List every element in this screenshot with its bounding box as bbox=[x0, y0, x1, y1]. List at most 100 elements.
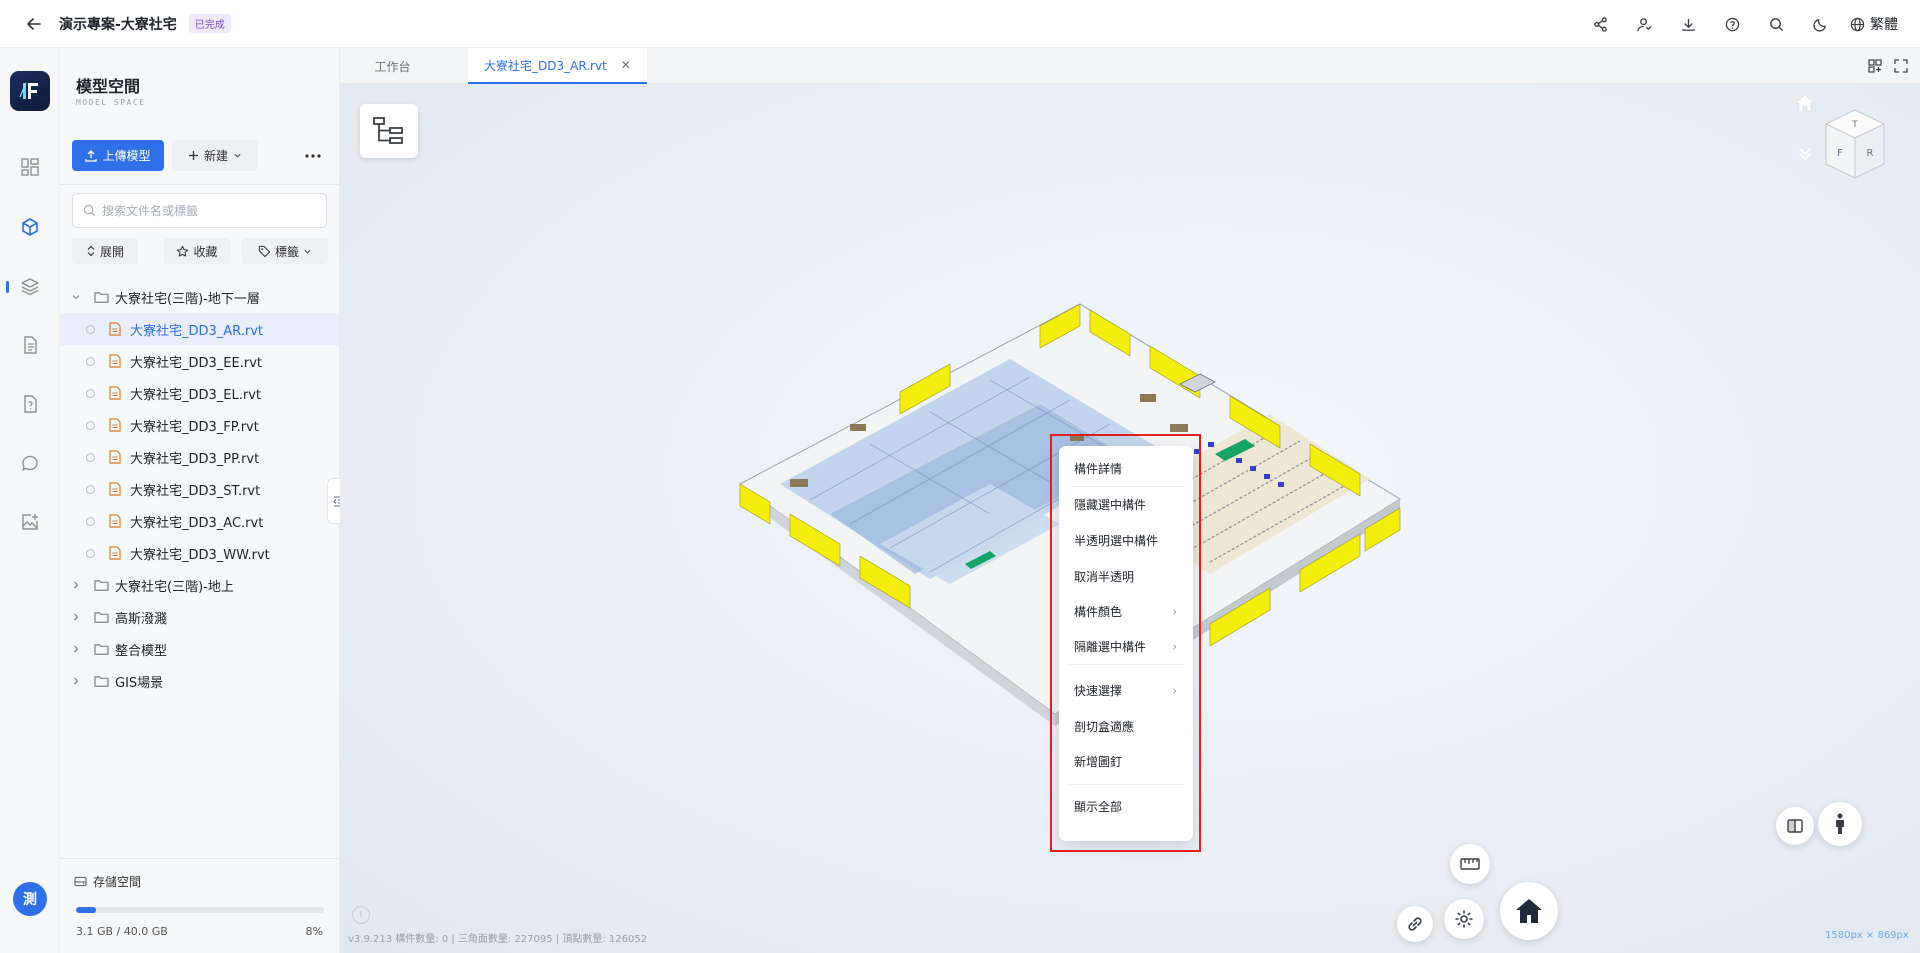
tab-tools bbox=[1868, 48, 1908, 84]
chevron-right-icon[interactable] bbox=[70, 611, 82, 623]
info-icon[interactable]: ! bbox=[352, 906, 370, 924]
tab-label: 工作台 bbox=[374, 59, 411, 74]
upload-icon bbox=[85, 149, 98, 162]
file-icon bbox=[109, 546, 121, 560]
rail-models[interactable] bbox=[14, 211, 46, 243]
rail-layers[interactable] bbox=[14, 270, 46, 302]
tree-file-ee[interactable]: 大寮社宅_DD3_EE.rvt bbox=[60, 345, 339, 377]
chevron-right-icon: › bbox=[1172, 683, 1177, 697]
menu-item-label: 新增圖釘 bbox=[1074, 754, 1123, 769]
status-dot bbox=[86, 420, 95, 430]
rail-issues[interactable] bbox=[14, 388, 46, 420]
moon-icon bbox=[1812, 18, 1826, 32]
panel-subtitle: MODEL SPACE bbox=[76, 98, 146, 107]
model-viewport[interactable]: T F R 構件詳情 隱藏選中構件 半透明選中構件 取消半透明 構件顏色 › 隔離… bbox=[340, 84, 1920, 953]
ellipsis-icon bbox=[305, 153, 321, 158]
storage-title: 存儲空間 bbox=[93, 875, 142, 889]
search-input[interactable] bbox=[102, 203, 302, 218]
favorite-filter-button[interactable]: 收藏 bbox=[164, 238, 230, 264]
tree-file-ww[interactable]: 大寮社宅_DD3_WW.rvt bbox=[60, 537, 339, 569]
tab-workbench[interactable]: 工作台 bbox=[340, 48, 445, 84]
file-icon bbox=[109, 418, 121, 432]
project-title: 演示專案-大寮社宅 bbox=[59, 16, 177, 33]
dashboard-icon bbox=[21, 158, 39, 176]
back-button[interactable] bbox=[17, 7, 51, 41]
section-view-button[interactable] bbox=[1776, 807, 1814, 845]
tree-file-ac[interactable]: 大寮社宅_DD3_AC.rvt bbox=[60, 505, 339, 537]
chevron-right-icon[interactable] bbox=[70, 643, 82, 655]
measure-button[interactable] bbox=[1450, 844, 1490, 884]
tree-folder-basement[interactable]: 大寮社宅(三階)-地下一層 bbox=[60, 281, 339, 313]
tree-folder-aboveground[interactable]: 大寮社宅(三階)-地上 bbox=[60, 569, 339, 601]
expand-toggle-button[interactable]: 展開 bbox=[72, 238, 138, 264]
menu-item-component-details[interactable]: 構件詳情 bbox=[1059, 454, 1193, 482]
arrow-left-icon bbox=[27, 17, 41, 30]
share-button[interactable] bbox=[1578, 2, 1622, 46]
rail-images[interactable] bbox=[14, 506, 46, 538]
members-button[interactable] bbox=[1622, 2, 1666, 46]
menu-item-label: 剖切盒適應 bbox=[1074, 719, 1135, 734]
tag-icon bbox=[258, 245, 271, 257]
walk-mode-button[interactable] bbox=[1818, 802, 1862, 846]
menu-item-cancel-translucent[interactable]: 取消半透明 bbox=[1059, 562, 1193, 590]
menu-item-add-pin[interactable]: 新增圖釘 bbox=[1059, 747, 1193, 775]
file-tree: 大寮社宅(三階)-地下一層 大寮社宅_DD3_AR.rvt 大寮社宅_DD3_E… bbox=[60, 281, 339, 697]
document-icon bbox=[24, 336, 37, 354]
star-icon bbox=[177, 245, 189, 257]
more-options-button[interactable] bbox=[298, 140, 328, 171]
split-view-icon[interactable] bbox=[1868, 59, 1882, 73]
menu-item-label: 隔離選中構件 bbox=[1074, 639, 1147, 654]
theme-toggle[interactable] bbox=[1798, 2, 1842, 46]
rail-documents[interactable] bbox=[14, 329, 46, 361]
tree-folder-gaussian[interactable]: 高斯潑濺 bbox=[60, 601, 339, 633]
status-dot bbox=[86, 516, 95, 526]
chevrons-down-icon[interactable] bbox=[1797, 146, 1813, 162]
menu-item-show-all[interactable]: 顯示全部 bbox=[1059, 792, 1193, 820]
tree-file-label: 大寮社宅_DD3_AR.rvt bbox=[130, 323, 264, 339]
panel-divider bbox=[60, 184, 339, 185]
menu-item-isolate-selected[interactable]: 隔離選中構件 › bbox=[1059, 632, 1193, 660]
home-view-icon[interactable] bbox=[1795, 94, 1815, 112]
menu-item-hide-selected[interactable]: 隱藏選中構件 bbox=[1059, 490, 1193, 518]
tab-model-ar[interactable]: 大寮社宅_DD3_AR.rvt ✕ bbox=[468, 48, 647, 84]
fullscreen-icon[interactable] bbox=[1894, 59, 1908, 73]
user-avatar[interactable]: 測 bbox=[13, 882, 47, 916]
tree-file-ar[interactable]: 大寮社宅_DD3_AR.rvt bbox=[60, 313, 339, 345]
help-button[interactable] bbox=[1710, 2, 1754, 46]
tree-file-fp[interactable]: 大寮社宅_DD3_FP.rvt bbox=[60, 409, 339, 441]
language-switch[interactable]: 繁體 bbox=[1850, 14, 1898, 34]
rail-comments[interactable] bbox=[14, 447, 46, 479]
link-button[interactable] bbox=[1397, 906, 1433, 942]
chat-icon bbox=[22, 455, 38, 471]
close-icon[interactable]: ✕ bbox=[621, 58, 631, 72]
new-button[interactable]: 新建 bbox=[172, 140, 258, 171]
menu-item-section-box-fit[interactable]: 剖切盒適應 bbox=[1059, 712, 1193, 740]
settings-button[interactable] bbox=[1444, 899, 1484, 939]
left-rail: 測 bbox=[0, 48, 60, 953]
tags-filter-button[interactable]: 標籤 bbox=[242, 238, 328, 264]
status-bar: v3.9.213 構件數量: 0 | 三角面數量: 227095 | 頂點數量:… bbox=[348, 934, 648, 945]
storage-percent: 8% bbox=[305, 925, 323, 938]
home-view-button[interactable] bbox=[1500, 882, 1558, 940]
model-tree-button[interactable] bbox=[360, 104, 418, 158]
tree-folder-gis[interactable]: GIS場景 bbox=[60, 665, 339, 697]
menu-item-component-color[interactable]: 構件顏色 › bbox=[1059, 597, 1193, 625]
tree-file-pp[interactable]: 大寮社宅_DD3_PP.rvt bbox=[60, 441, 339, 473]
chevron-down-icon[interactable] bbox=[70, 291, 82, 303]
view-cube[interactable]: T F R bbox=[1820, 106, 1890, 182]
rail-dashboard[interactable] bbox=[14, 151, 46, 183]
chevron-right-icon[interactable] bbox=[70, 579, 82, 591]
chevron-right-icon[interactable] bbox=[70, 675, 82, 687]
tree-folder-integrated[interactable]: 整合模型 bbox=[60, 633, 339, 665]
search-button[interactable] bbox=[1754, 2, 1798, 46]
search-icon bbox=[1769, 17, 1783, 31]
tree-file-st[interactable]: 大寮社宅_DD3_ST.rvt bbox=[60, 473, 339, 505]
storage-used: 3.1 GB / 40.0 GB bbox=[76, 925, 168, 938]
upload-model-button[interactable]: 上傳模型 bbox=[72, 140, 164, 171]
status-dot bbox=[86, 548, 95, 558]
menu-item-quick-select[interactable]: 快速選擇 › bbox=[1059, 676, 1193, 704]
menu-item-translucent-selected[interactable]: 半透明選中構件 bbox=[1059, 526, 1193, 554]
tree-file-el[interactable]: 大寮社宅_DD3_EL.rvt bbox=[60, 377, 339, 409]
download-button[interactable] bbox=[1666, 2, 1710, 46]
search-box[interactable] bbox=[72, 193, 327, 228]
